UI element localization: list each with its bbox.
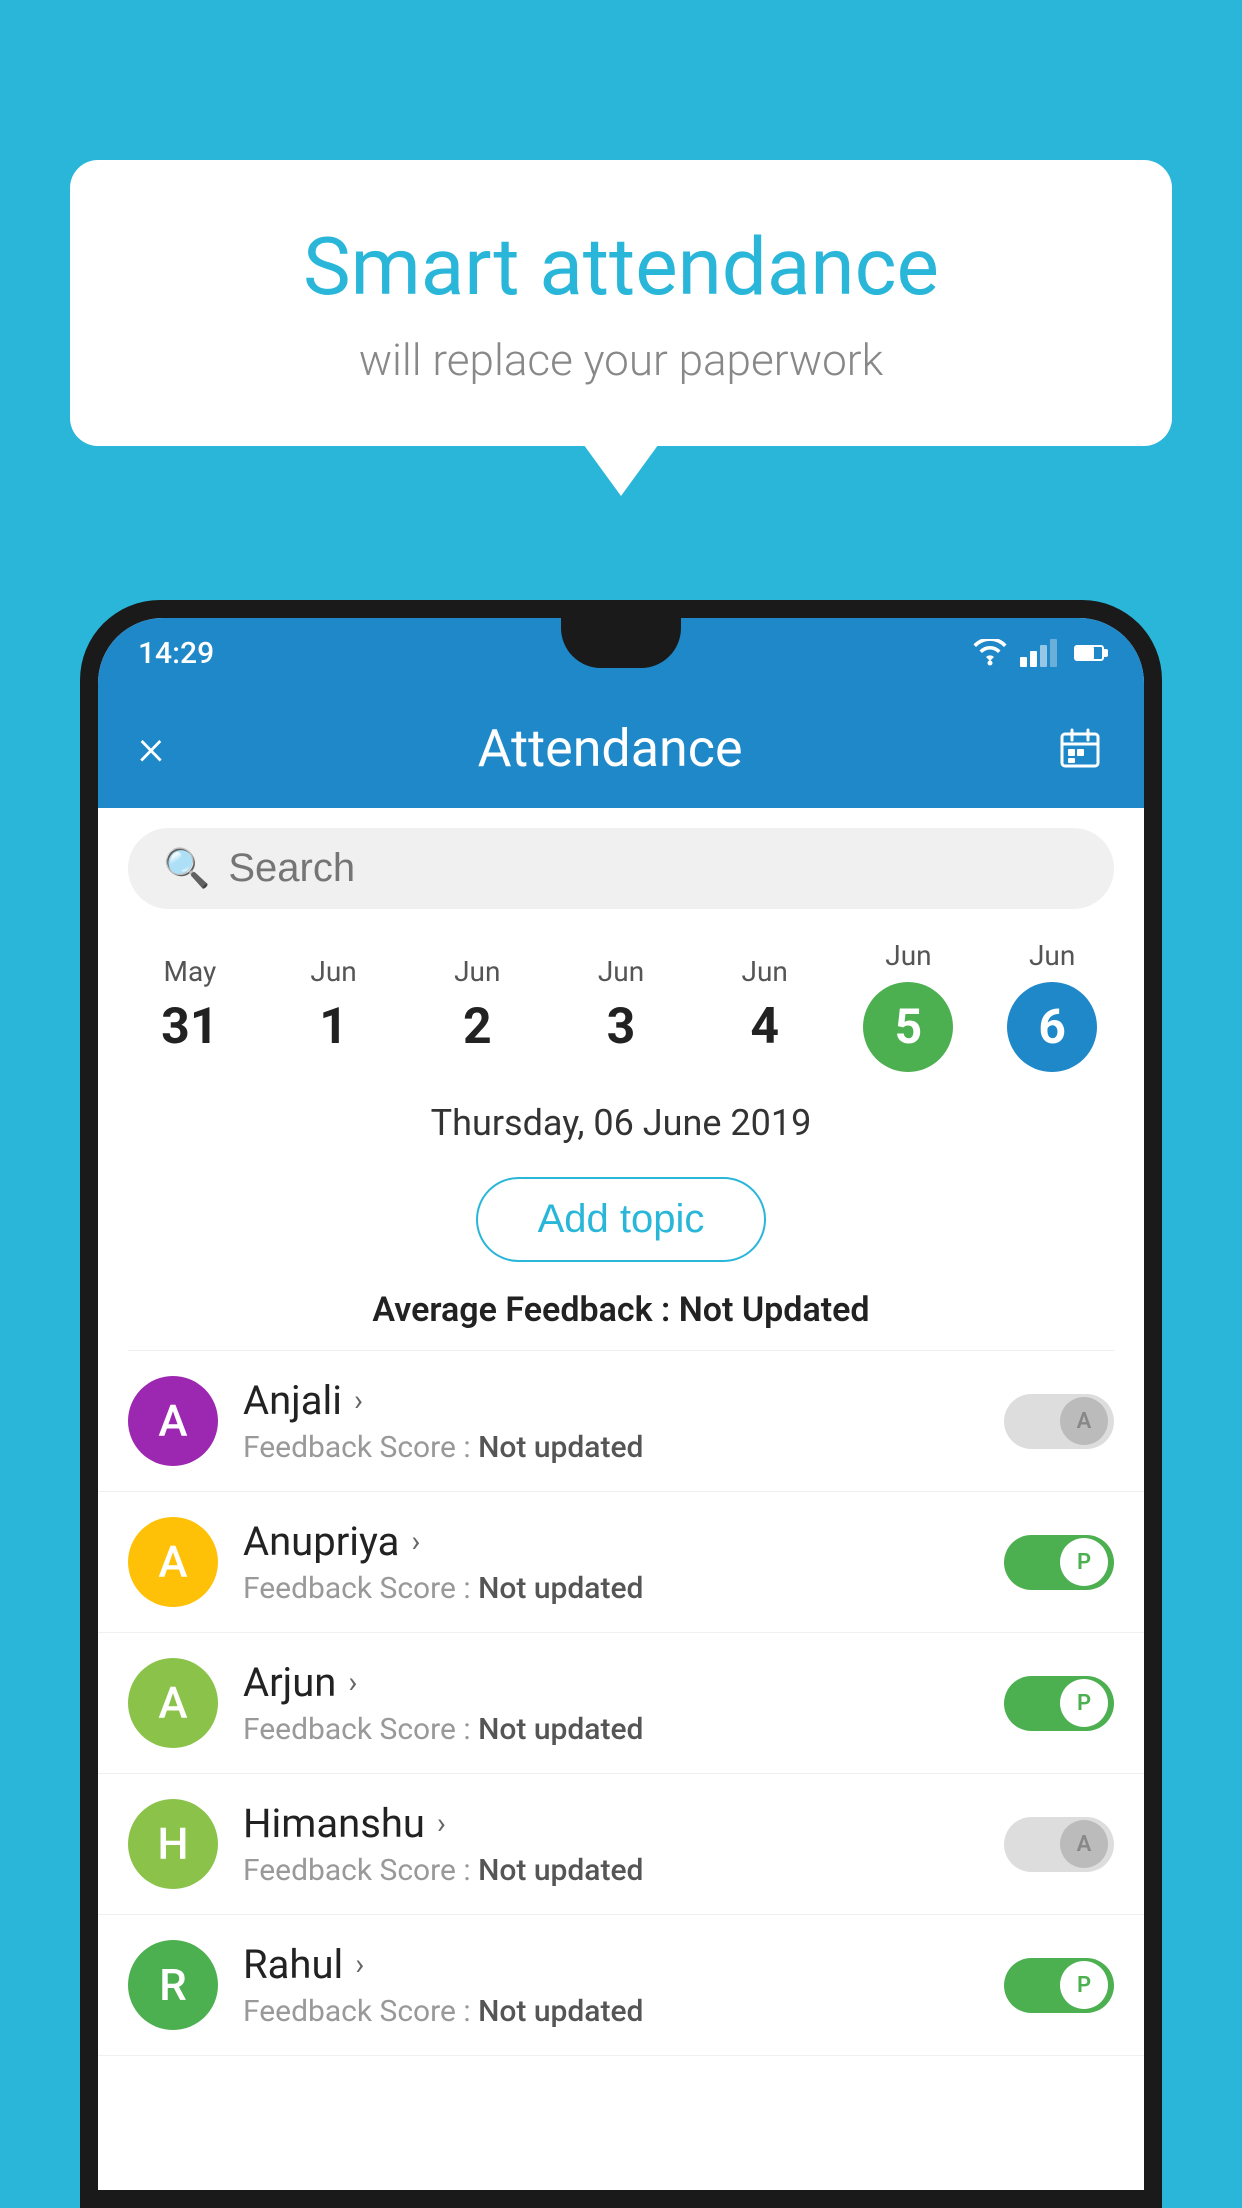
- avg-feedback-label: Average Feedback :: [372, 1290, 670, 1330]
- calendar-icon[interactable]: [1056, 724, 1104, 772]
- selected-date-text: Thursday, 06 June 2019: [431, 1102, 812, 1144]
- speech-bubble-title: Smart attendance: [150, 220, 1092, 314]
- student-item[interactable]: R Rahul › Feedback Score : Not updated P: [98, 1915, 1144, 2056]
- student-feedback: Feedback Score : Not updated: [243, 1571, 979, 1606]
- attendance-toggle[interactable]: A: [1004, 1817, 1114, 1872]
- status-icons: [972, 639, 1104, 667]
- battery-icon: [1074, 645, 1104, 661]
- wifi-icon: [972, 639, 1008, 667]
- date-info: Thursday, 06 June 2019: [98, 1082, 1144, 1159]
- add-topic-button[interactable]: Add topic: [476, 1177, 767, 1262]
- status-time: 14:29: [138, 636, 214, 671]
- chevron-right-icon: ›: [355, 1947, 364, 1982]
- attendance-toggle[interactable]: P: [1004, 1535, 1114, 1590]
- phone-frame: 14:29: [80, 600, 1162, 2208]
- app-bar: × Attendance: [98, 688, 1144, 808]
- student-item[interactable]: H Himanshu › Feedback Score : Not updated A: [98, 1774, 1144, 1915]
- calendar-day-6[interactable]: Jun6: [980, 939, 1124, 1072]
- avg-feedback-value: Not Updated: [679, 1290, 870, 1330]
- student-feedback: Feedback Score : Not updated: [243, 1994, 979, 2029]
- student-info: Anupriya › Feedback Score : Not updated: [243, 1518, 979, 1606]
- calendar-day-1[interactable]: Jun1: [262, 955, 406, 1056]
- signal-icon: [1020, 639, 1057, 667]
- student-feedback: Feedback Score : Not updated: [243, 1430, 979, 1465]
- student-avatar: A: [128, 1517, 218, 1607]
- calendar-strip: May31Jun1Jun2Jun3Jun4Jun5Jun6: [98, 929, 1144, 1082]
- student-item[interactable]: A Arjun › Feedback Score : Not updated P: [98, 1633, 1144, 1774]
- student-avatar: R: [128, 1940, 218, 2030]
- student-avatar: H: [128, 1799, 218, 1889]
- student-info: Himanshu › Feedback Score : Not updated: [243, 1800, 979, 1888]
- student-name: Arjun ›: [243, 1659, 979, 1706]
- student-name: Rahul ›: [243, 1941, 979, 1988]
- calendar-day-3[interactable]: Jun3: [549, 955, 693, 1056]
- chevron-right-icon: ›: [348, 1665, 357, 1700]
- search-input[interactable]: [228, 846, 1079, 891]
- student-name: Anupriya ›: [243, 1518, 979, 1565]
- status-bar: 14:29: [98, 618, 1144, 688]
- chevron-right-icon: ›: [437, 1806, 446, 1841]
- student-feedback: Feedback Score : Not updated: [243, 1712, 979, 1747]
- student-item[interactable]: A Anupriya › Feedback Score : Not updated P: [98, 1492, 1144, 1633]
- app-title: Attendance: [478, 718, 743, 779]
- chevron-right-icon: ›: [354, 1383, 363, 1418]
- phone-notch: [561, 618, 681, 668]
- speech-bubble-container: Smart attendance will replace your paper…: [70, 160, 1172, 446]
- chevron-right-icon: ›: [411, 1524, 420, 1559]
- calendar-day-4[interactable]: Jun4: [693, 955, 837, 1056]
- close-button[interactable]: ×: [138, 719, 164, 777]
- speech-bubble: Smart attendance will replace your paper…: [70, 160, 1172, 446]
- search-icon: 🔍: [163, 847, 210, 891]
- student-info: Anjali › Feedback Score : Not updated: [243, 1377, 979, 1465]
- student-list: AAnjali ›Feedback Score : Not updatedAAA…: [98, 1351, 1144, 2056]
- student-name: Anjali ›: [243, 1377, 979, 1424]
- speech-bubble-subtitle: will replace your paperwork: [150, 334, 1092, 386]
- student-feedback: Feedback Score : Not updated: [243, 1853, 979, 1888]
- student-avatar: A: [128, 1658, 218, 1748]
- calendar-day-0[interactable]: May31: [118, 955, 262, 1056]
- attendance-toggle[interactable]: P: [1004, 1958, 1114, 2013]
- search-container[interactable]: 🔍: [128, 828, 1114, 909]
- calendar-day-2[interactable]: Jun2: [405, 955, 549, 1056]
- student-avatar: A: [128, 1376, 218, 1466]
- calendar-day-5[interactable]: Jun5: [837, 939, 981, 1072]
- student-item[interactable]: A Anjali › Feedback Score : Not updated A: [98, 1351, 1144, 1492]
- attendance-toggle[interactable]: P: [1004, 1676, 1114, 1731]
- avg-feedback: Average Feedback : Not Updated: [98, 1280, 1144, 1350]
- student-name: Himanshu ›: [243, 1800, 979, 1847]
- phone-inner: 14:29: [98, 618, 1144, 2190]
- student-info: Rahul › Feedback Score : Not updated: [243, 1941, 979, 2029]
- student-info: Arjun › Feedback Score : Not updated: [243, 1659, 979, 1747]
- attendance-toggle[interactable]: A: [1004, 1394, 1114, 1449]
